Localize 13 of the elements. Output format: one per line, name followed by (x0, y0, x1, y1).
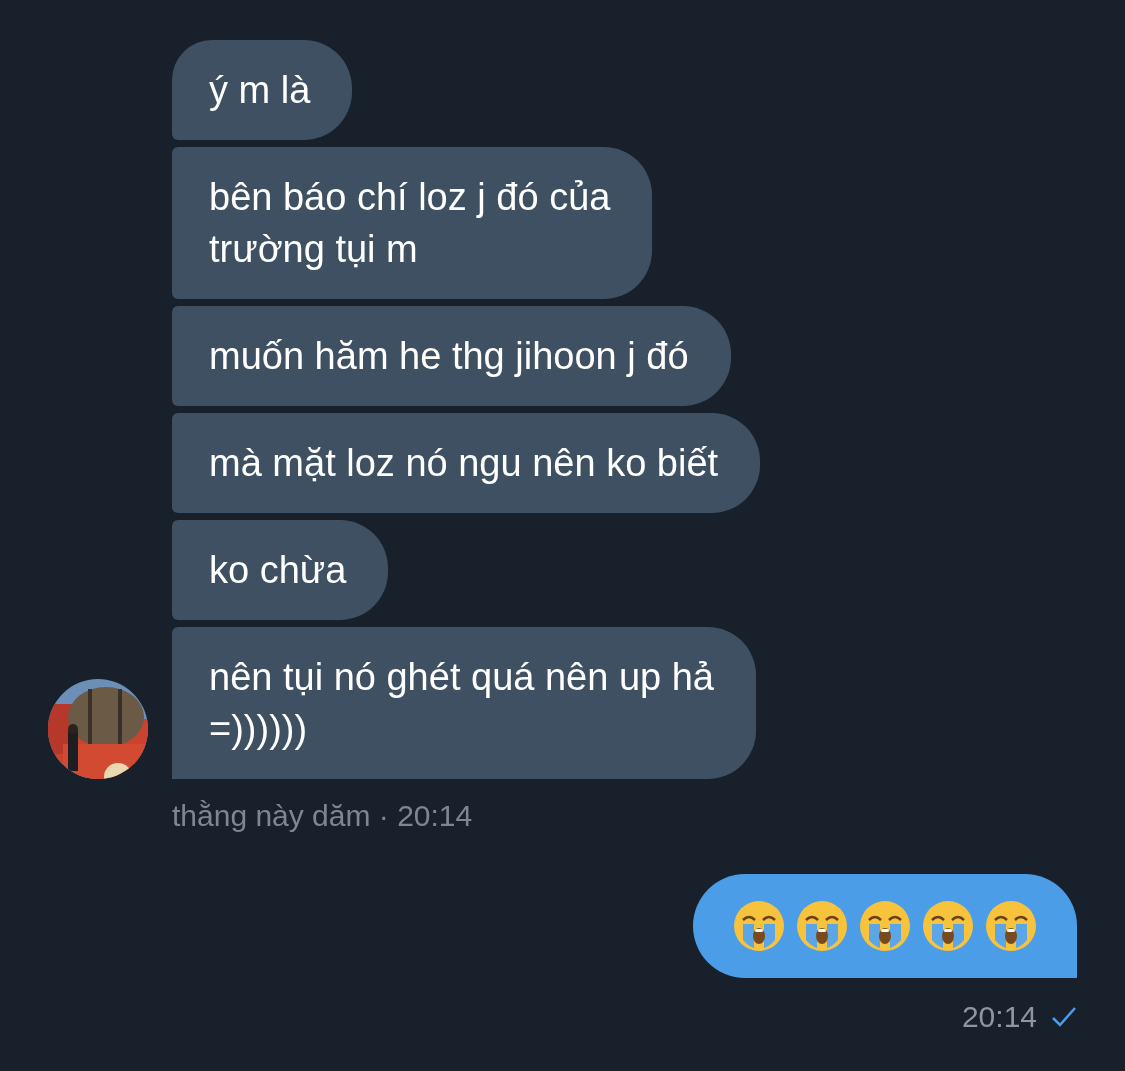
crying-face-icon (985, 900, 1037, 952)
crying-face-icon (922, 900, 974, 952)
sender-timestamp: thằng này dăm · 20:14 (172, 799, 473, 832)
message-bubble: mà mặt loz nó ngu nên ko biết (172, 413, 761, 513)
message-bubble: nên tụi nó ghét quá nên up hả =)))))) (172, 627, 756, 779)
message-bubble: ý m là (172, 40, 353, 140)
message-time: 20:14 (961, 999, 1037, 1035)
message-bubble: ko chừa (172, 520, 389, 620)
message-bubble: muốn hăm he thg jihoon j đó (172, 306, 731, 406)
message-bubble: bên báo chí loz j đó của trường tụi m (172, 147, 653, 299)
crying-face-icon (859, 900, 911, 952)
crying-face-icon (796, 900, 848, 952)
crying-face-icon (733, 900, 785, 952)
